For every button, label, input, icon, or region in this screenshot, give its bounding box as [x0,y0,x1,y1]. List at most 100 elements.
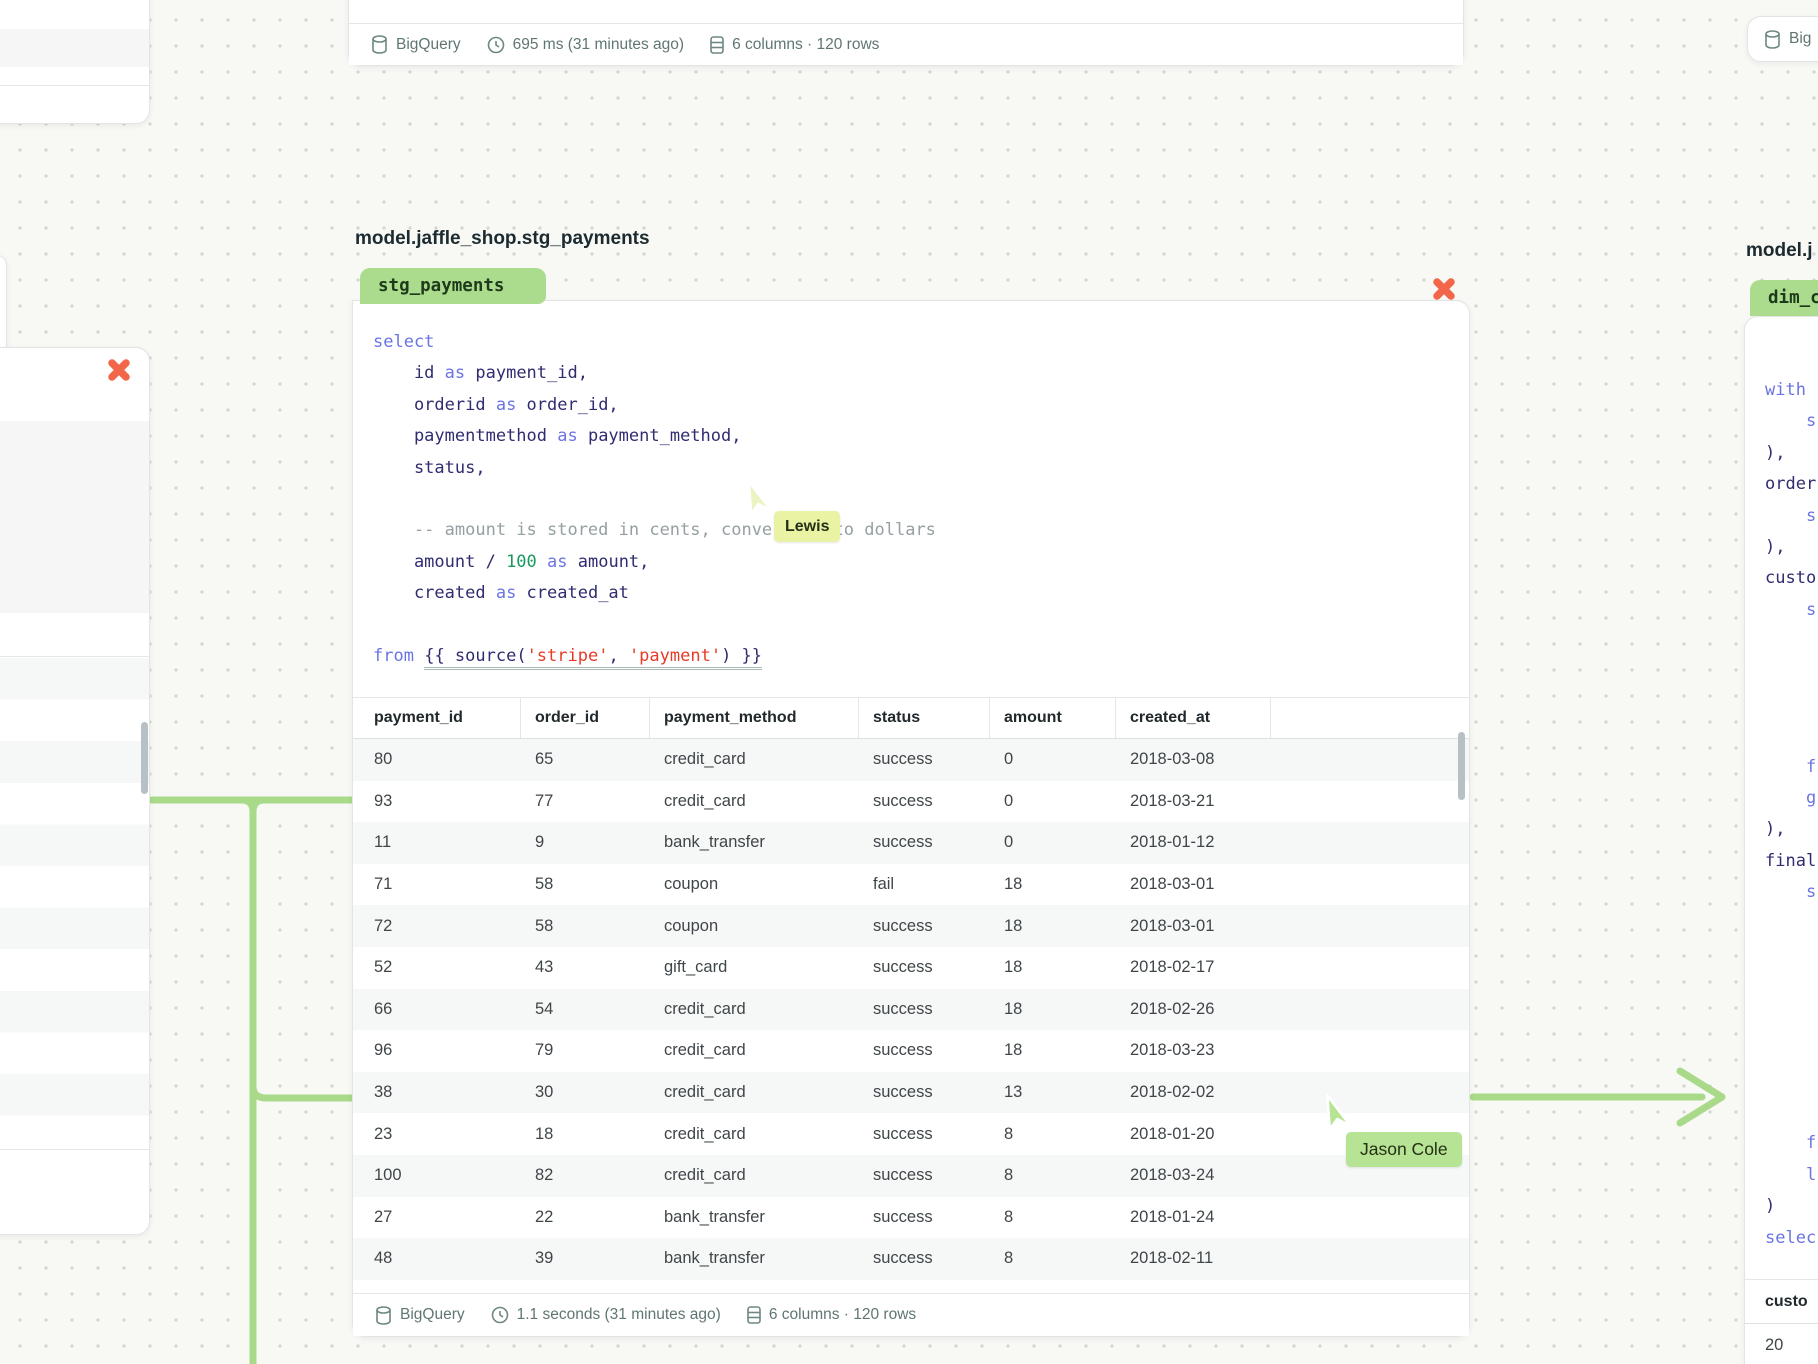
table-cell: 0 [990,792,1116,811]
table-cell: 100 [353,1166,521,1185]
table-cell: 58 [521,917,650,936]
table-cell: 96 [353,1041,521,1060]
timing-group: 695 ms (31 minutes ago) [487,36,684,54]
dag-canvas[interactable]: 5549bank_transfersuccess02018-03-13 BigQ… [0,0,1818,1364]
timing-label: 1.1 seconds (31 minutes ago) [517,1306,721,1324]
code-line: select [373,327,1449,358]
code-line: f [1765,1128,1818,1159]
collaborator-name: Lewis [785,518,829,536]
table-cell: 8 [990,1166,1116,1185]
code-line: ), [1765,814,1818,845]
table-row: 7258couponsuccess182018-03-01 [353,905,1469,947]
table-cell: 18 [990,958,1116,977]
code-line: s [1765,877,1818,908]
left-node-card[interactable] [0,347,150,1235]
close-icon[interactable] [107,358,131,382]
database-icon [1764,30,1781,49]
table-body[interactable]: 8065credit_cardsuccess02018-03-089377cre… [353,739,1469,1297]
divider [0,656,149,657]
column-header[interactable] [1271,698,1471,738]
code-line [1765,720,1818,751]
shape-label: 6 columns · 120 rows [732,36,879,54]
table-cell: 43 [521,958,650,977]
tab-label: dim_c [1768,288,1818,308]
table-row: 3830credit_cardsuccess132018-02-02 [353,1072,1469,1114]
code-line: g [1765,783,1818,814]
code-line [1765,940,1818,971]
table-cell: 2018-03-08 [1116,750,1271,769]
node-tab-dim-customers[interactable]: dim_c [1750,280,1818,316]
code-line: with [1765,375,1818,406]
column-header[interactable]: status [859,698,990,738]
code-line [1765,1097,1818,1128]
table-cell: 30 [521,1083,650,1102]
sql-editor[interactable]: withs),orders),custosfg),finalsfl)selec [1765,375,1818,1254]
edge-junction-fillet [253,800,263,812]
dim-customers-node-card[interactable]: withs),orders),custosfg),finalsfl)selec … [1744,316,1818,1364]
code-area-skeleton [0,421,149,613]
left-card-scrollbar[interactable] [141,722,148,794]
code-line: from {{ source('stripe', 'payment') }} [373,641,1449,672]
table-cell: 18 [990,875,1116,894]
main-card-scrollbar[interactable] [1458,732,1465,800]
table-cell: 8 [990,1208,1116,1227]
results-table: custo 20 [1745,1279,1818,1364]
column-header[interactable]: payment_id [353,698,521,738]
table-cell: 2018-03-23 [1116,1041,1271,1060]
table-cell: 2018-02-02 [1116,1083,1271,1102]
table-cell: 66 [353,1000,521,1019]
code-line [373,610,1449,641]
query-status-bar: BigQuery 695 ms (31 minutes ago) 6 colum… [349,23,1463,65]
code-line: order [1765,469,1818,500]
table-cell: 0 [990,833,1116,852]
table-cell: 79 [521,1041,650,1060]
column-header[interactable]: payment_method [650,698,859,738]
table-cell: bank_transfer [650,1208,859,1227]
table-cell: 65 [521,750,650,769]
table-cell: success [859,1083,990,1102]
code-line: amount / 100 as amount, [373,547,1449,578]
code-line: s [1765,595,1818,626]
query-status-bar: BigQuery 1.1 seconds (31 minutes ago) 6 … [353,1293,1469,1336]
engine-group: BigQuery [375,1306,465,1325]
table-cell: 93 [353,792,521,811]
table-cell: bank_transfer [650,1249,859,1268]
stg-payments-node-card[interactable]: select id as payment_id, orderid as orde… [352,300,1470,1337]
table-cell: 2018-03-01 [1116,875,1271,894]
column-header[interactable]: amount [990,698,1116,738]
table-cell: success [859,1125,990,1144]
code-line [1765,658,1818,689]
table-cell: 20 [1765,1336,1783,1355]
table-cell: success [859,1249,990,1268]
column-header[interactable]: order_id [521,698,650,738]
database-icon [375,1306,392,1325]
code-line [1765,909,1818,940]
table-cell: 18 [521,1125,650,1144]
table-row: 2318credit_cardsuccess82018-01-20 [353,1113,1469,1155]
table-cell: 77 [521,792,650,811]
table-cell: 39 [521,1249,650,1268]
table-cell: 2018-01-20 [1116,1125,1271,1144]
code-line: s [1765,406,1818,437]
table-cell: credit_card [650,1166,859,1185]
code-line: created as created_at [373,578,1449,609]
table-cell: 2018-01-24 [1116,1208,1271,1227]
sql-editor[interactable]: select id as payment_id, orderid as orde… [373,327,1449,672]
top-left-node-card[interactable] [0,0,150,124]
table-cell: success [859,917,990,936]
table-cell: 18 [990,1000,1116,1019]
top-node-card[interactable]: 5549bank_transfersuccess02018-03-13 BigQ… [348,0,1464,66]
collaborator-name: Jason Cole [1360,1139,1448,1160]
engine-label: Big [1789,30,1811,48]
column-header[interactable]: created_at [1116,698,1271,738]
code-line: final [1765,846,1818,877]
table-cell: credit_card [650,1083,859,1102]
table-cell: coupon [650,917,859,936]
node-tab-stg-payments[interactable]: stg_payments [360,268,546,304]
top-right-node-card[interactable]: Big [1747,16,1818,62]
table-row: 9679credit_cardsuccess182018-03-23 [353,1030,1469,1072]
cursor-name-badge: Lewis [774,511,840,542]
close-icon[interactable] [1432,277,1456,301]
table-cell: 80 [353,750,521,769]
code-line [1765,626,1818,657]
